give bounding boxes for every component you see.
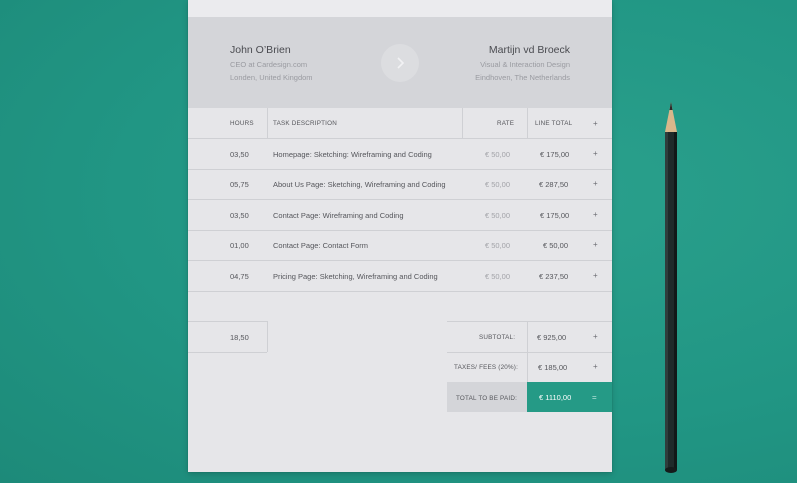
row-line-total: € 175,00 bbox=[540, 150, 570, 159]
row-rate: € 50,00 bbox=[485, 211, 511, 220]
subtotal-add-button[interactable]: + bbox=[593, 332, 598, 341]
recipient-location: Eindhoven, The Netherlands bbox=[475, 73, 570, 82]
row-add-button[interactable]: + bbox=[593, 149, 598, 158]
divider bbox=[188, 321, 267, 322]
row-rate: € 50,00 bbox=[485, 180, 511, 189]
column-header-rate: RATE bbox=[497, 120, 515, 127]
row-add-button[interactable]: + bbox=[593, 240, 598, 249]
divider bbox=[447, 321, 612, 322]
row-task: Homepage: Sketching: Wireframing and Cod… bbox=[273, 150, 432, 159]
column-header-hours: HOURS bbox=[230, 120, 254, 127]
row-line-total: € 237,50 bbox=[539, 272, 569, 281]
taxes-value: € 185,00 bbox=[538, 363, 568, 372]
row-line-total: € 287,50 bbox=[539, 180, 569, 189]
subtotal-label: SUBTOTAL: bbox=[479, 334, 516, 341]
taxes-add-button[interactable]: + bbox=[593, 362, 598, 371]
total-value: € 1110,00 bbox=[539, 393, 572, 402]
total-equals-sign: = bbox=[592, 393, 597, 402]
divider bbox=[188, 138, 612, 139]
divider bbox=[527, 108, 528, 138]
row-line-total: € 175,00 bbox=[540, 211, 570, 220]
divider bbox=[267, 321, 268, 352]
column-header-line-total: LINE TOTAL bbox=[535, 120, 573, 127]
next-button[interactable] bbox=[381, 44, 419, 82]
sender-name: John O’Brien bbox=[230, 44, 291, 56]
invoice-sheet: John O’Brien CEO at Cardesign.com Londen… bbox=[188, 0, 612, 472]
divider bbox=[188, 352, 267, 353]
subtotal-value: € 925,00 bbox=[537, 333, 567, 342]
row-line-total: € 50,00 bbox=[543, 241, 569, 250]
recipient-name: Martijn vd Broeck bbox=[488, 44, 570, 56]
paper-top-strip bbox=[188, 0, 612, 17]
pencil-icon bbox=[665, 102, 677, 473]
row-hours: 04,75 bbox=[230, 272, 249, 281]
divider bbox=[462, 108, 463, 138]
row-hours: 03,50 bbox=[230, 150, 249, 159]
chevron-right-icon bbox=[397, 57, 405, 69]
row-hours: 05,75 bbox=[230, 180, 249, 189]
row-task: Pricing Page: Sketching, Wireframing and… bbox=[273, 272, 438, 281]
divider bbox=[527, 321, 528, 382]
invoice-header: John O’Brien CEO at Cardesign.com Londen… bbox=[188, 17, 612, 108]
total-label: TOTAL TO BE PAID: bbox=[456, 395, 518, 402]
divider bbox=[188, 230, 612, 231]
add-column-button[interactable]: + bbox=[593, 119, 598, 128]
recipient-role: Visual & Interaction Design bbox=[480, 60, 570, 69]
divider bbox=[188, 169, 612, 170]
row-add-button[interactable]: + bbox=[593, 210, 598, 219]
row-task: Contact Page: Wireframing and Coding bbox=[273, 211, 404, 220]
row-add-button[interactable]: + bbox=[593, 271, 598, 280]
row-add-button[interactable]: + bbox=[593, 179, 598, 188]
sender-location: Londen, United Kingdom bbox=[230, 73, 313, 82]
sender-role: CEO at Cardesign.com bbox=[230, 60, 308, 69]
divider bbox=[447, 352, 612, 353]
row-hours: 01,00 bbox=[230, 241, 249, 250]
divider bbox=[267, 108, 268, 138]
row-task: Contact Page: Contact Form bbox=[273, 241, 369, 250]
row-hours: 03,50 bbox=[230, 211, 249, 220]
divider bbox=[188, 291, 612, 292]
taxes-label: TAXES/ FEES (20%): bbox=[454, 364, 519, 371]
total-hours: 18,50 bbox=[230, 333, 249, 342]
row-task: About Us Page: Sketching, Wireframing an… bbox=[273, 180, 446, 189]
row-rate: € 50,00 bbox=[485, 150, 511, 159]
row-rate: € 50,00 bbox=[485, 272, 511, 281]
row-rate: € 50,00 bbox=[485, 241, 511, 250]
divider bbox=[188, 260, 612, 261]
divider bbox=[188, 199, 612, 200]
column-header-task: TASK DESCRIPTION bbox=[273, 120, 337, 127]
